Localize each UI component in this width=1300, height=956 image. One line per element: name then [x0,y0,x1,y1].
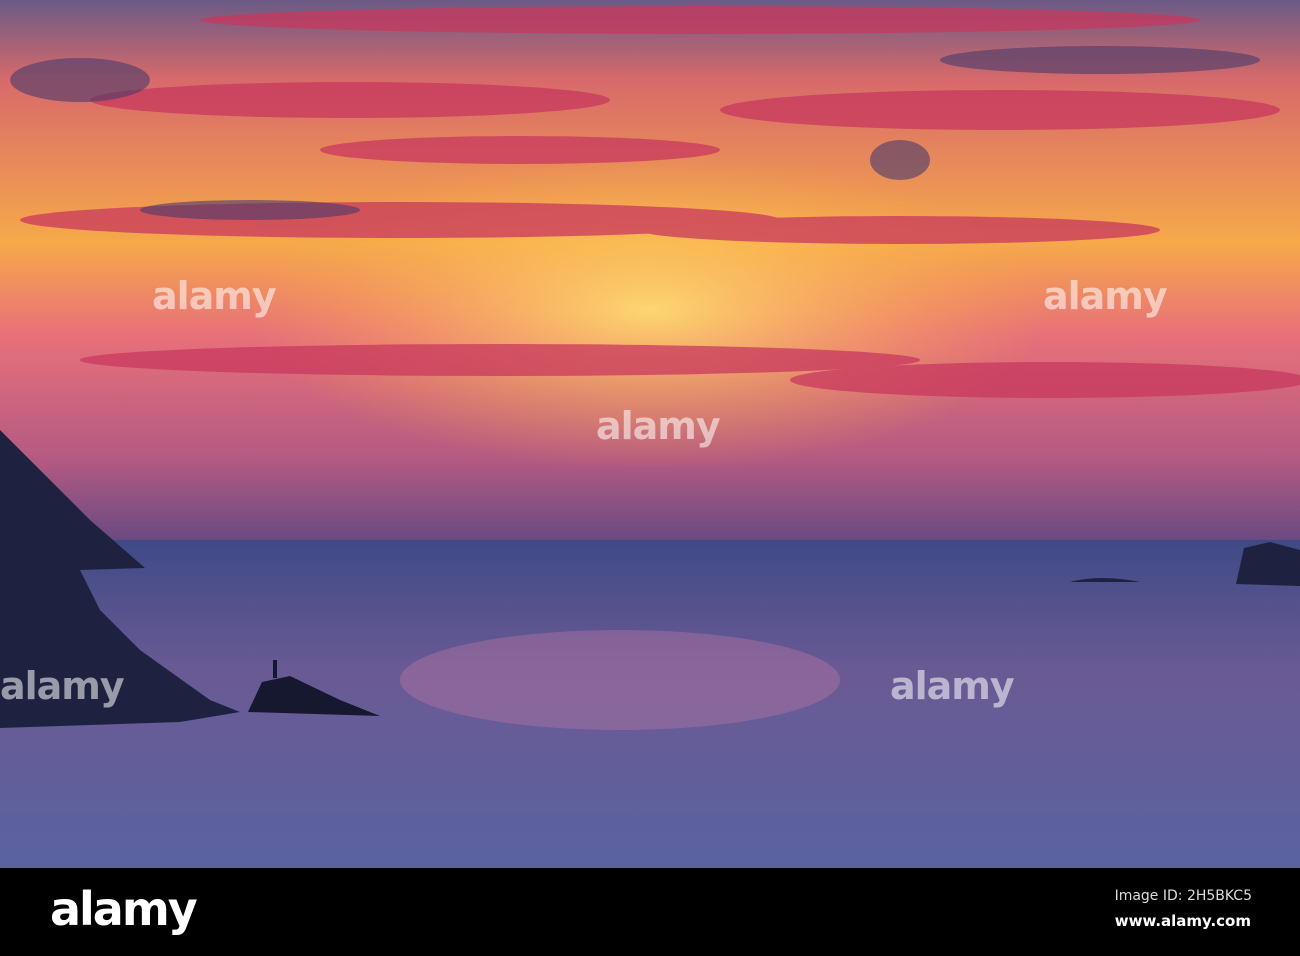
watermark-bar: alamy Image ID: 2H5BKC5 www.alamy.com [0,868,1300,956]
right-rock [1236,542,1300,586]
image-id: Image ID: 2H5BKC5 [1114,888,1252,904]
watermark-text: alamy [0,664,125,708]
sunset-sea-photo: alamy alamy alamy alamy alamy [0,0,1300,868]
watermark-text: alamy [152,274,277,318]
watermark-text: alamy [596,404,721,448]
watermark-text: alamy [890,664,1015,708]
alamy-logo: alamy [50,882,198,936]
site-url: www.alamy.com [1114,912,1251,930]
watermark-text: alamy [1043,274,1168,318]
